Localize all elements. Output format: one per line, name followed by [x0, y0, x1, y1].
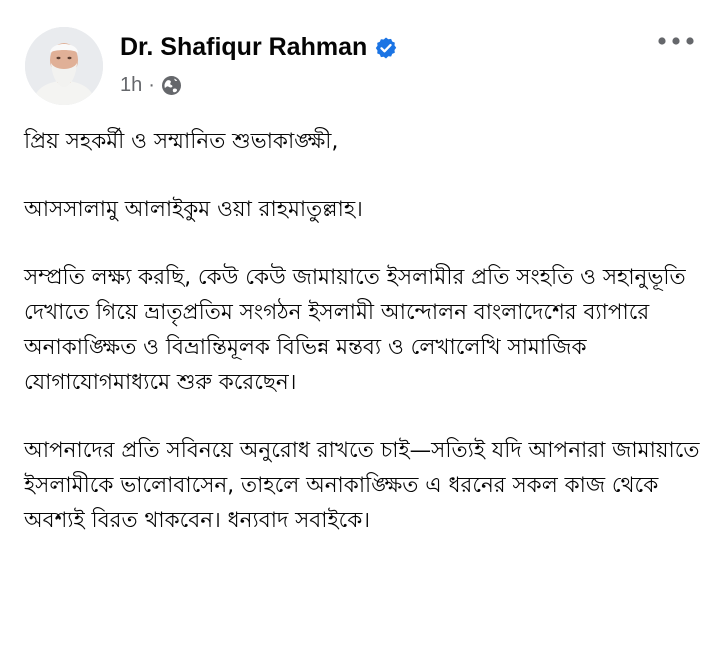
post-time[interactable]: 1h	[120, 74, 142, 97]
author-name[interactable]: Dr. Shafiqur Rahman	[120, 33, 367, 62]
post-paragraph-salam: আসসালামু আলাইকুম ওয়া রাহমাতুল্লাহ।	[24, 197, 363, 222]
avatar[interactable]	[25, 27, 103, 105]
post-paragraph-request: আপনাদের প্রতি সবিনয়ে অনুরোধ রাখতে চাই—স…	[24, 438, 700, 533]
author-name-row[interactable]: Dr. Shafiqur Rahman	[120, 33, 398, 62]
more-options-button[interactable]	[654, 26, 698, 56]
post-paragraph-greeting: প্রিয় সহকর্মী ও সম্মানিত শুভাকাঙ্ক্ষী,	[24, 129, 339, 154]
post-paragraph-main: সম্প্রতি লক্ষ্য করছি, কেউ কেউ জামায়াতে …	[24, 265, 686, 395]
more-options-icon	[658, 37, 694, 45]
post-body: প্রিয় সহকর্মী ও সম্মানিত শুভাকাঙ্ক্ষী, …	[24, 124, 700, 538]
avatar-image	[25, 27, 103, 105]
meta-separator: ·	[148, 74, 155, 96]
globe-icon[interactable]	[161, 75, 182, 96]
post-meta: 1h ·	[120, 74, 182, 97]
post-header: Dr. Shafiqur Rahman 1h ·	[20, 24, 700, 108]
verified-badge-icon	[374, 36, 398, 60]
